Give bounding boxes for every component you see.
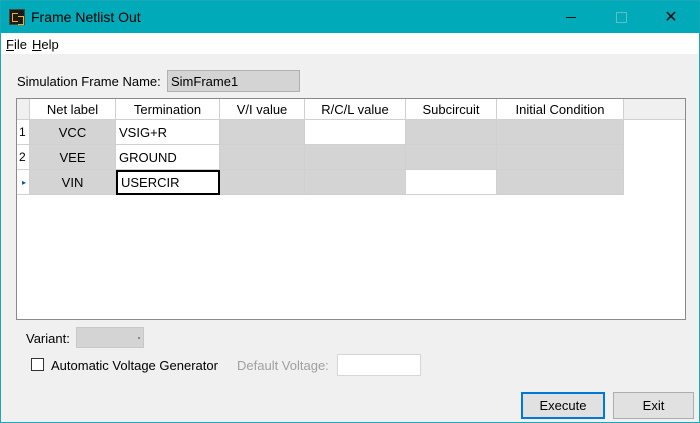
row-header[interactable]: 2 (17, 145, 30, 170)
column-header-subcircuit[interactable]: Subcircuit (406, 99, 497, 120)
grid-corner (17, 99, 30, 120)
vi-value-cell (220, 145, 305, 170)
menu-bar: File Help (1, 33, 699, 54)
window-title: Frame Netlist Out (31, 9, 141, 25)
menu-help[interactable]: Help (32, 37, 59, 52)
variant-label: Variant: (26, 331, 70, 346)
rcl-value-cell[interactable] (305, 120, 406, 145)
menu-file-mnemonic: F (6, 37, 14, 52)
exit-button[interactable]: Exit (613, 392, 694, 419)
menu-file-rest: ile (13, 37, 27, 52)
netlist-grid[interactable]: Net label Termination V/I value R/C/L va… (16, 98, 686, 320)
auto-voltage-checkbox[interactable] (31, 358, 44, 371)
close-button[interactable]: ✕ (648, 1, 694, 33)
vi-value-cell (220, 170, 305, 195)
rcl-value-cell (305, 170, 406, 195)
termination-cell-selected[interactable]: USERCIR (116, 170, 220, 195)
frame-name-field: SimFrame1 (167, 70, 300, 92)
subcircuit-cell (406, 145, 497, 170)
initial-condition-cell (497, 120, 624, 145)
rcl-value-cell (305, 145, 406, 170)
net-label-cell: VEE (30, 145, 116, 170)
initial-condition-cell (497, 170, 624, 195)
termination-cell[interactable]: GROUND (116, 145, 220, 170)
header-filler (624, 99, 685, 120)
default-voltage-label: Default Voltage: (237, 358, 329, 373)
netlist-app-icon (9, 9, 25, 25)
net-label-cell: VIN (30, 170, 116, 195)
column-header-termination[interactable]: Termination (116, 99, 220, 120)
vi-value-cell (220, 120, 305, 145)
current-row-icon: ▸ (22, 177, 27, 187)
menu-help-mnemonic: H (32, 37, 42, 52)
row-header-current[interactable]: ▸ (17, 170, 30, 195)
maximize-button[interactable] (598, 1, 644, 33)
column-header-rcl-value[interactable]: R/C/L value (305, 99, 406, 120)
column-header-net-label[interactable]: Net label (30, 99, 116, 120)
frame-name-label: Simulation Frame Name: (17, 74, 161, 89)
menu-help-rest: elp (41, 37, 59, 52)
column-header-initial-condition[interactable]: Initial Condition (497, 99, 624, 120)
variant-dropdown[interactable] (76, 327, 144, 348)
subcircuit-cell (406, 120, 497, 145)
menu-file[interactable]: File (6, 37, 27, 52)
initial-condition-cell (497, 145, 624, 170)
execute-button[interactable]: Execute (521, 392, 605, 419)
auto-voltage-label[interactable]: Automatic Voltage Generator (51, 358, 218, 373)
minimize-button[interactable] (548, 1, 594, 33)
row-header[interactable]: 1 (17, 120, 30, 145)
title-bar[interactable]: Frame Netlist Out ✕ (1, 1, 699, 33)
column-header-vi-value[interactable]: V/I value (220, 99, 305, 120)
termination-cell[interactable]: VSIG+R (116, 120, 220, 145)
subcircuit-cell[interactable] (406, 170, 497, 195)
default-voltage-input (337, 354, 421, 376)
frame-netlist-out-window: Frame Netlist Out ✕ File Help Simulation… (0, 0, 700, 423)
net-label-cell: VCC (30, 120, 116, 145)
